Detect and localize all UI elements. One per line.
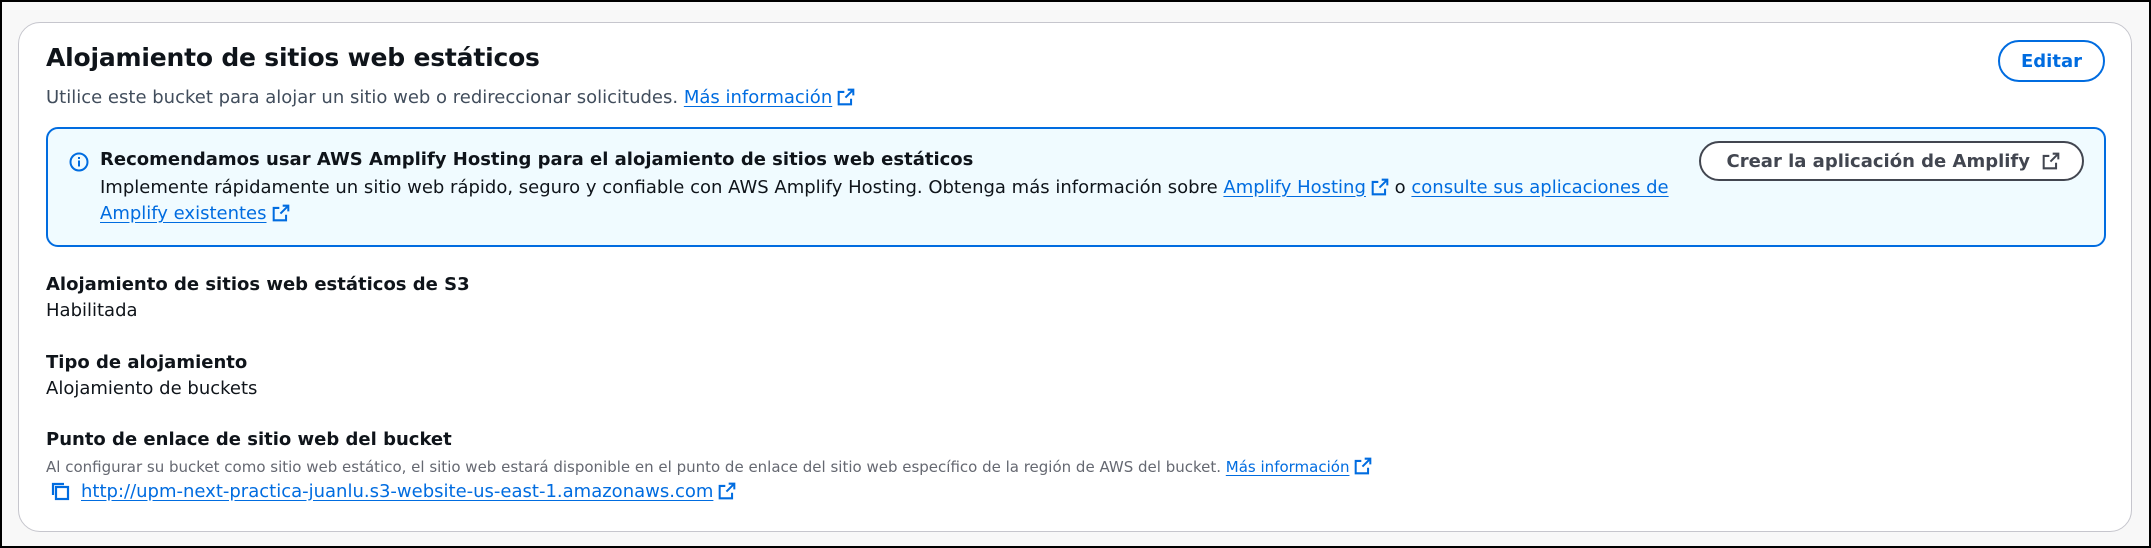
info-icon bbox=[68, 151, 90, 173]
external-link-icon bbox=[1371, 178, 1389, 196]
alert-title: Recomendamos usar AWS Amplify Hosting pa… bbox=[100, 149, 974, 170]
amplify-info-alert: Recomendamos usar AWS Amplify Hosting pa… bbox=[46, 127, 2106, 247]
alert-body: Implemente rápidamente un sitio web rápi… bbox=[100, 175, 1690, 227]
external-link-icon bbox=[2042, 152, 2060, 170]
endpoint-url-label: http://upm-next-practica-juanlu.s3-websi… bbox=[81, 480, 714, 502]
copy-icon[interactable] bbox=[49, 480, 71, 502]
endpoint-row: http://upm-next-practica-juanlu.s3-websi… bbox=[49, 480, 736, 502]
more-info-link[interactable]: Más información bbox=[684, 87, 832, 108]
edit-button[interactable]: Editar bbox=[1998, 40, 2105, 82]
section-title: Alojamiento de sitios web estáticos bbox=[46, 43, 540, 72]
endpoint-more-info-label: Más información bbox=[1225, 458, 1350, 476]
external-link-icon bbox=[718, 482, 736, 500]
external-link-icon bbox=[1354, 457, 1372, 475]
hosting-type-value: Alojamiento de buckets bbox=[46, 378, 258, 399]
endpoint-label: Punto de enlace de sitio web del bucket bbox=[46, 429, 452, 450]
description-text: Utilice este bucket para alojar un sitio… bbox=[46, 87, 679, 108]
s3-hosting-label: Alojamiento de sitios web estáticos de S… bbox=[46, 274, 470, 295]
external-link-icon bbox=[272, 204, 290, 222]
static-website-hosting-panel: Alojamiento de sitios web estáticos Util… bbox=[18, 22, 2132, 532]
endpoint-hint-text: Al configurar su bucket como sitio web e… bbox=[46, 458, 1222, 476]
alert-connector: o bbox=[1394, 177, 1406, 198]
amplify-hosting-link-label: Amplify Hosting bbox=[1223, 177, 1366, 198]
alert-body-text: Implemente rápidamente un sitio web rápi… bbox=[100, 177, 1218, 198]
window-frame: Alojamiento de sitios web estáticos Util… bbox=[0, 0, 2151, 548]
external-link-icon bbox=[837, 88, 855, 106]
create-amplify-app-label: Crear la aplicación de Amplify bbox=[1726, 150, 2030, 172]
endpoint-url-link[interactable]: http://upm-next-practica-juanlu.s3-websi… bbox=[81, 481, 713, 502]
endpoint-more-info-link[interactable]: Más información bbox=[1226, 458, 1350, 476]
hosting-type-label: Tipo de alojamiento bbox=[46, 352, 248, 373]
create-amplify-app-button[interactable]: Crear la aplicación de Amplify bbox=[1698, 141, 2084, 181]
section-description: Utilice este bucket para alojar un sitio… bbox=[46, 87, 855, 108]
endpoint-hint: Al configurar su bucket como sitio web e… bbox=[46, 457, 1372, 476]
s3-hosting-value: Habilitada bbox=[46, 300, 138, 321]
amplify-hosting-link[interactable]: Amplify Hosting bbox=[1223, 177, 1366, 198]
more-info-link-label: Más información bbox=[683, 87, 833, 108]
